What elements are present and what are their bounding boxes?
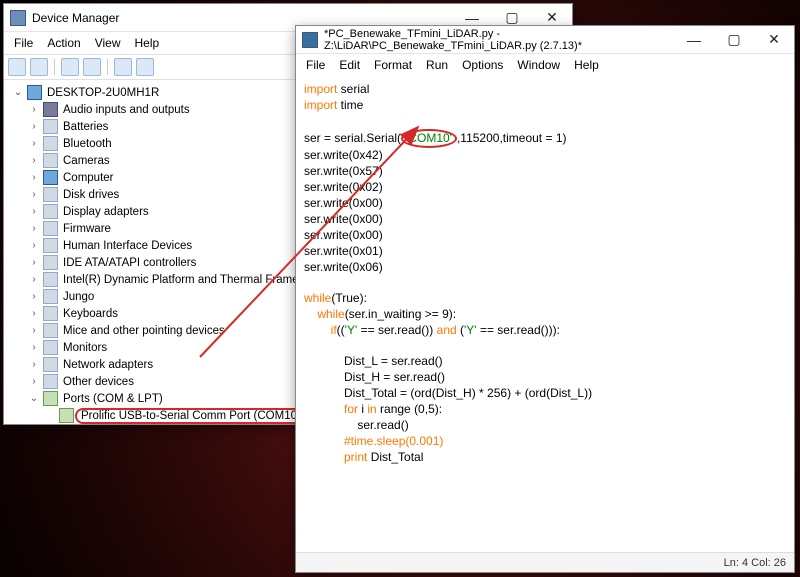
device-icon — [43, 238, 58, 253]
menu-help[interactable]: Help — [568, 56, 605, 74]
expand-toggle[interactable]: ⌄ — [12, 87, 24, 98]
toolbar-separator — [54, 59, 55, 75]
device-label: Ports (COM & LPT) — [61, 393, 165, 405]
menu-file[interactable]: File — [300, 56, 331, 74]
device-label: DESKTOP-2U0MH1R — [45, 87, 161, 99]
device-label: Batteries — [61, 121, 110, 133]
device-manager-icon — [10, 10, 26, 26]
menu-view[interactable]: View — [89, 34, 127, 52]
device-icon — [43, 306, 58, 321]
idle-statusbar: Ln: 4 Col: 26 — [296, 552, 794, 572]
expand-toggle[interactable]: › — [28, 376, 40, 387]
expand-toggle[interactable]: › — [28, 359, 40, 370]
device-label: Network adapters — [61, 359, 155, 371]
com-port-highlight: 'COM10' — [401, 129, 457, 148]
idle-title-text: *PC_Benewake_TFmini_LiDAR.py - Z:\LiDAR\… — [324, 28, 674, 52]
device-icon — [27, 85, 42, 100]
device-icon — [43, 323, 58, 338]
device-icon — [43, 221, 58, 236]
device-icon — [43, 391, 58, 406]
expand-toggle[interactable]: › — [28, 223, 40, 234]
menu-help[interactable]: Help — [129, 34, 166, 52]
expand-toggle[interactable]: › — [28, 274, 40, 285]
scan-button[interactable] — [114, 58, 132, 76]
device-label: Jungo — [61, 291, 96, 303]
device-label: Bluetooth — [61, 138, 114, 150]
device-icon — [43, 170, 58, 185]
expand-toggle[interactable]: › — [28, 172, 40, 183]
cursor-position: Ln: 4 Col: 26 — [724, 557, 786, 569]
device-label: Firmware — [61, 223, 113, 235]
device-icon — [43, 357, 58, 372]
close-button[interactable]: ✕ — [754, 26, 794, 54]
python-idle-window: *PC_Benewake_TFmini_LiDAR.py - Z:\LiDAR\… — [295, 25, 795, 573]
device-label: Mice and other pointing devices — [61, 325, 227, 337]
expand-toggle[interactable]: ⌄ — [28, 393, 40, 404]
forward-button[interactable] — [30, 58, 48, 76]
device-icon — [43, 340, 58, 355]
device-label: Other devices — [61, 376, 136, 388]
menu-format[interactable]: Format — [368, 56, 418, 74]
menu-window[interactable]: Window — [511, 56, 566, 74]
device-label: Prolific USB-to-Serial Comm Port (COM10) — [77, 410, 305, 422]
idle-titlebar[interactable]: *PC_Benewake_TFmini_LiDAR.py - Z:\LiDAR\… — [296, 26, 794, 54]
device-label: Computer — [61, 172, 116, 184]
minimize-button[interactable]: — — [674, 26, 714, 54]
help-toolbar-button[interactable] — [83, 58, 101, 76]
device-icon — [43, 289, 58, 304]
device-label: Human Interface Devices — [61, 240, 194, 252]
expand-toggle[interactable]: › — [28, 240, 40, 251]
expand-toggle[interactable]: › — [28, 155, 40, 166]
menu-file[interactable]: File — [8, 34, 39, 52]
code-editor[interactable]: import serial import time ser = serial.S… — [296, 76, 794, 552]
expand-toggle[interactable]: › — [28, 121, 40, 132]
expand-toggle[interactable]: › — [28, 138, 40, 149]
dm-title-text: Device Manager — [32, 11, 452, 25]
device-icon — [43, 255, 58, 270]
device-icon — [43, 187, 58, 202]
device-icon — [43, 102, 58, 117]
device-icon — [43, 136, 58, 151]
expand-toggle[interactable]: › — [28, 325, 40, 336]
menu-options[interactable]: Options — [456, 56, 509, 74]
menu-edit[interactable]: Edit — [333, 56, 366, 74]
expand-toggle[interactable]: › — [28, 257, 40, 268]
expand-toggle[interactable]: › — [28, 291, 40, 302]
expand-toggle[interactable]: › — [28, 189, 40, 200]
device-icon — [43, 374, 58, 389]
expand-toggle[interactable]: › — [28, 308, 40, 319]
device-label: IDE ATA/ATAPI controllers — [61, 257, 198, 269]
device-icon — [43, 153, 58, 168]
maximize-button[interactable]: ▢ — [714, 26, 754, 54]
python-icon — [302, 32, 318, 48]
device-icon — [43, 204, 58, 219]
view-devices-button[interactable] — [136, 58, 154, 76]
device-label: Display adapters — [61, 206, 151, 218]
device-label: Monitors — [61, 342, 109, 354]
expand-toggle[interactable]: › — [28, 104, 40, 115]
expand-toggle[interactable]: › — [28, 206, 40, 217]
expand-toggle[interactable]: › — [28, 342, 40, 353]
device-label: Keyboards — [61, 308, 120, 320]
device-icon — [59, 408, 74, 423]
menu-run[interactable]: Run — [420, 56, 454, 74]
idle-menubar: File Edit Format Run Options Window Help — [296, 54, 794, 76]
device-label: Intel(R) Dynamic Platform and Thermal Fr… — [61, 274, 325, 286]
device-icon — [43, 119, 58, 134]
device-label: Cameras — [61, 155, 112, 167]
menu-action[interactable]: Action — [41, 34, 86, 52]
properties-button[interactable] — [61, 58, 79, 76]
back-button[interactable] — [8, 58, 26, 76]
toolbar-separator — [107, 59, 108, 75]
device-label: Audio inputs and outputs — [61, 104, 192, 116]
device-icon — [43, 272, 58, 287]
device-label: Disk drives — [61, 189, 121, 201]
